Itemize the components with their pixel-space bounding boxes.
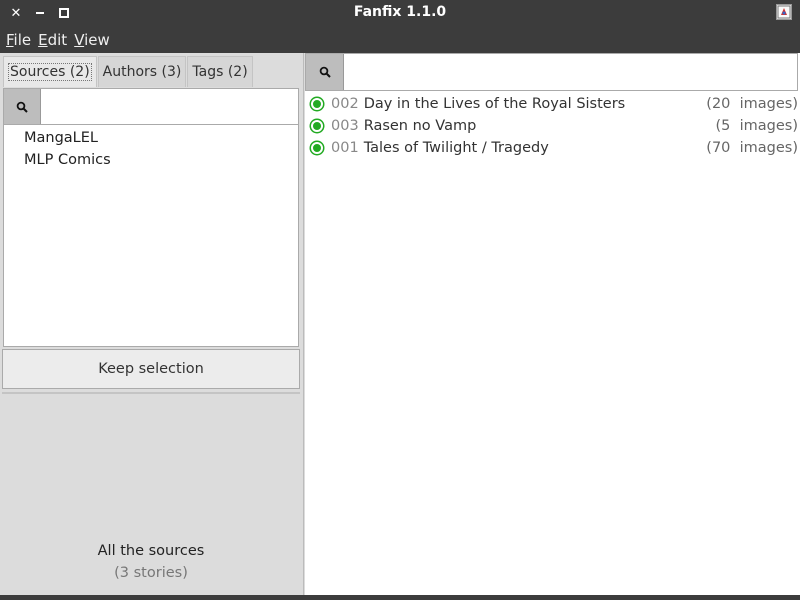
status-dot-icon	[311, 142, 323, 154]
story-title: Rasen no Vamp	[363, 118, 477, 134]
summary-title: All the sources	[97, 543, 205, 559]
story-row[interactable]: 002 Day in the Lives of the Royal Sister…	[305, 93, 798, 115]
tab-sources[interactable]: Sources (2)	[3, 56, 97, 87]
story-meta: (20 images)	[706, 96, 798, 112]
search-icon[interactable]	[4, 89, 41, 124]
story-row[interactable]: 003 Rasen no Vamp (5 images)	[305, 115, 798, 137]
summary-count: (3 stories)	[114, 565, 188, 581]
menu-view[interactable]: View	[74, 31, 110, 49]
story-list: 002 Day in the Lives of the Royal Sister…	[305, 93, 798, 159]
list-item[interactable]: MLP Comics	[4, 149, 298, 171]
source-search-input[interactable]	[43, 89, 298, 124]
app-icon	[776, 4, 792, 20]
story-title: Tales of Twilight / Tragedy	[363, 140, 549, 156]
source-search-bar	[3, 88, 299, 125]
status-dot-icon	[311, 120, 323, 132]
story-number: 003	[331, 118, 359, 134]
story-search-bar	[305, 53, 798, 91]
story-number: 002	[331, 96, 359, 112]
left-pane: Sources (2) Authors (3) Tags (2) MangaLE…	[0, 53, 304, 595]
story-search-input[interactable]	[346, 54, 797, 90]
source-list: MangaLEL MLP Comics	[3, 125, 299, 347]
window-bottom-border	[0, 595, 800, 600]
tab-tags[interactable]: Tags (2)	[187, 56, 253, 87]
story-meta: (70 images)	[706, 140, 798, 156]
story-row[interactable]: 001 Tales of Twilight / Tragedy (70 imag…	[305, 137, 798, 159]
story-title: Day in the Lives of the Royal Sisters	[363, 96, 626, 112]
keep-selection-button[interactable]: Keep selection	[2, 349, 300, 389]
story-meta: (5 images)	[715, 118, 798, 134]
menu-file[interactable]: File	[6, 31, 31, 49]
list-item[interactable]: MangaLEL	[4, 127, 298, 149]
search-icon[interactable]	[306, 54, 344, 90]
filter-tabs: Sources (2) Authors (3) Tags (2)	[3, 56, 254, 88]
status-dot-icon	[311, 98, 323, 110]
menu-bar: File Edit View	[0, 26, 800, 53]
menu-edit[interactable]: Edit	[38, 31, 67, 49]
title-bar: ✕ Fanfix 1.1.0	[0, 0, 800, 26]
right-pane: 002 Day in the Lives of the Royal Sister…	[305, 53, 800, 595]
divider	[2, 392, 300, 394]
tab-authors[interactable]: Authors (3)	[97, 56, 187, 87]
story-number: 001	[331, 140, 359, 156]
window-title: Fanfix 1.1.0	[353, 4, 447, 20]
